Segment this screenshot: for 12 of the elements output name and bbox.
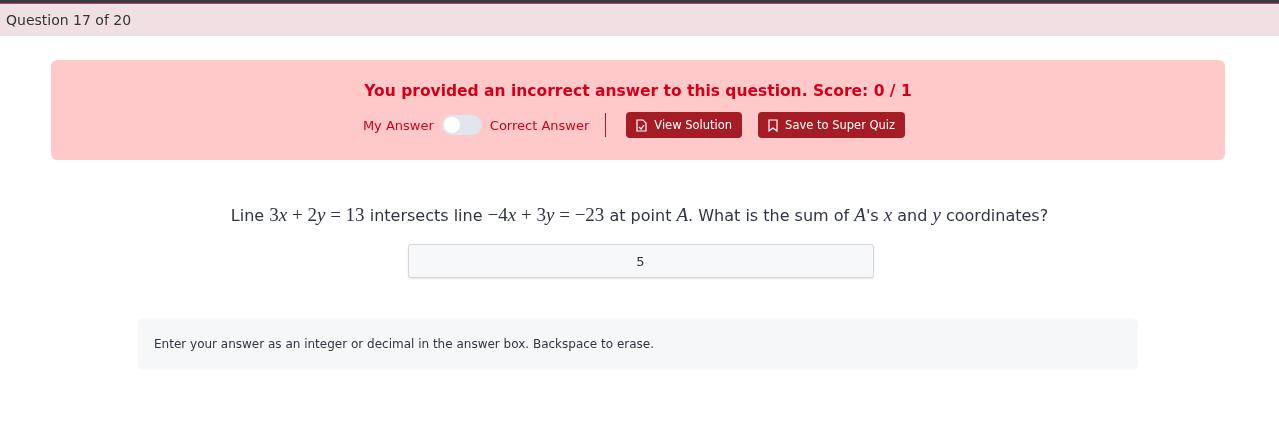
bookmark-icon: [768, 118, 779, 132]
hint-text: Enter your answer as an integer or decimal in the answer box. Backspace to erase.: [154, 337, 655, 351]
question-counter: Question 17 of 20: [6, 12, 132, 28]
toggle-label: Correct Answer: [489, 117, 590, 133]
feedback-message: You provided an incorrect answer to this question. Score: 0 / 1: [364, 82, 912, 100]
save-button[interactable]: Save to Super Quiz: [758, 112, 906, 138]
answer-field[interactable]: 5: [407, 244, 874, 278]
solution-button[interactable]: View Solution: [626, 112, 743, 138]
document-check-icon: [636, 118, 648, 132]
answer-toggle[interactable]: [441, 115, 482, 135]
toggle-label: My Answer: [362, 117, 434, 133]
question-text: Line 3x + 2y = 13 intersects line −4x + 3y = −23 at point A. What is the sum of A's x and y coordinates?: [230, 206, 1049, 225]
